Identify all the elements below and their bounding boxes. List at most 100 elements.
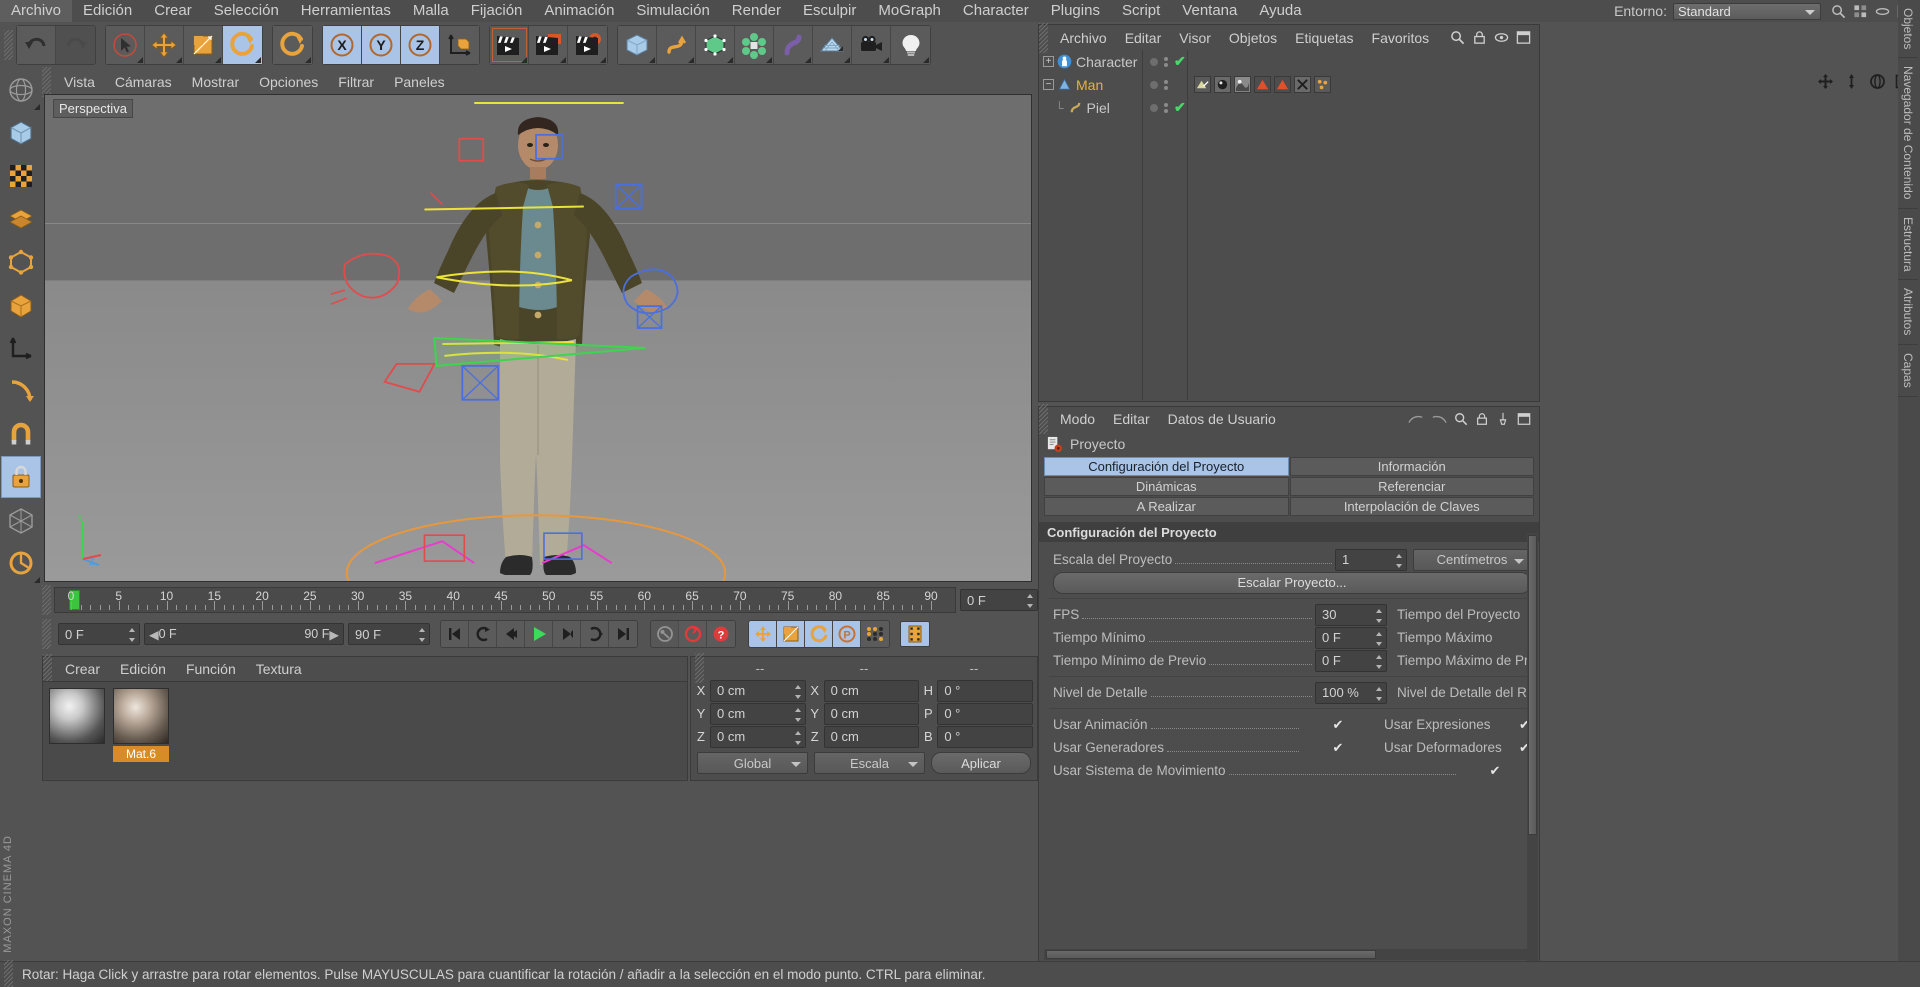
dock-tab-estructura[interactable]: Estructura <box>1898 209 1918 281</box>
range-left-arrow-icon[interactable]: ◀ <box>149 627 159 642</box>
world-coordinates-button[interactable] <box>440 26 479 64</box>
layout-grid-icon[interactable] <box>1853 4 1868 19</box>
render-visibility-dots[interactable] <box>1164 56 1168 67</box>
transport-grip[interactable] <box>42 619 51 649</box>
undo-button[interactable] <box>17 26 56 64</box>
live-selection-button[interactable] <box>106 26 145 64</box>
menu-item-ayuda[interactable]: Ayuda <box>1248 0 1312 22</box>
go-to-end-button[interactable] <box>609 621 637 647</box>
scale-tool-button[interactable] <box>184 26 223 64</box>
xpresso-tag-icon[interactable] <box>1294 76 1311 93</box>
position-z-field[interactable]: 0 cm <box>710 725 806 748</box>
menu-item-plugins[interactable]: Plugins <box>1040 0 1111 22</box>
tab-interpolacion-claves[interactable]: Interpolación de Claves <box>1289 497 1534 516</box>
use-motion-system-checkbox[interactable]: ✔ <box>1459 763 1531 778</box>
object-row-man[interactable]: − Man <box>1039 73 1142 96</box>
array-button[interactable] <box>735 26 774 64</box>
expander-plus-icon[interactable]: + <box>1043 56 1054 67</box>
perspective-viewport[interactable]: Perspectiva Y Z <box>44 94 1032 582</box>
previous-frame-button[interactable] <box>497 621 525 647</box>
minimize-icon[interactable] <box>1875 4 1890 19</box>
material-menu-crear[interactable]: Crear <box>55 661 110 677</box>
visibility-dots-character[interactable]: ✔ <box>1143 50 1187 73</box>
dock-tab-navegador[interactable]: Navegador de Contenido <box>1898 58 1918 209</box>
icon-tag-b[interactable] <box>1234 76 1251 93</box>
floor-button[interactable] <box>813 26 852 64</box>
tri-tag-1[interactable] <box>1254 76 1271 93</box>
scrollbar-thumb[interactable] <box>1046 950 1376 959</box>
objmenu-favoritos[interactable]: Favoritos <box>1363 30 1439 46</box>
menu-item-script[interactable]: Script <box>1111 0 1171 22</box>
scale-project-button[interactable]: Escalar Proyecto... <box>1053 571 1531 594</box>
material-menu-textura[interactable]: Textura <box>246 661 312 677</box>
lock-icon[interactable] <box>1475 412 1489 426</box>
tool-edges-mode[interactable] <box>1 241 41 283</box>
visibility-dots-piel[interactable]: ✔ <box>1143 96 1187 119</box>
spinner-icon[interactable] <box>1376 654 1383 669</box>
objmenu-objetos[interactable]: Objetos <box>1220 30 1286 46</box>
current-frame-field[interactable]: 0 F <box>960 589 1038 611</box>
render-view-button[interactable] <box>490 26 529 64</box>
dots-tag-icon[interactable] <box>1314 76 1331 93</box>
record-points-button[interactable] <box>861 621 889 647</box>
timeline-range-slider[interactable]: ◀ 0 F 90 F ▶ <box>144 623 344 645</box>
spinner-icon[interactable] <box>794 707 802 722</box>
panel-icon[interactable] <box>1516 30 1531 45</box>
objmenu-visor[interactable]: Visor <box>1170 30 1220 46</box>
attribute-grip[interactable] <box>1039 404 1048 434</box>
coordinate-system-dropdown[interactable]: Global <box>697 752 808 774</box>
record-pla-button[interactable]: P <box>833 621 861 647</box>
add-cube-button[interactable] <box>618 26 657 64</box>
icon-tag-a[interactable] <box>1214 76 1231 93</box>
tool-snap[interactable] <box>1 499 41 541</box>
lock-z-axis-button[interactable]: Z <box>401 26 440 64</box>
spinner-icon[interactable] <box>129 628 136 642</box>
use-generators-checkbox[interactable]: ✔ <box>1302 740 1374 755</box>
autokeying-button[interactable] <box>679 621 707 647</box>
size-y-field[interactable]: 0 cm <box>823 702 920 725</box>
dock-tab-objetos[interactable]: Objetos <box>1898 0 1918 59</box>
object-row-character[interactable]: + Character <box>1039 50 1142 73</box>
object-tags-man[interactable] <box>1188 73 1539 96</box>
next-key-button[interactable] <box>581 621 609 647</box>
timeline-toggle-button[interactable] <box>900 621 930 647</box>
editor-visibility-dot[interactable] <box>1150 103 1158 112</box>
menu-item-fijacion[interactable]: Fijación <box>460 0 534 22</box>
record-active-objects-button[interactable] <box>651 621 679 647</box>
menu-item-character[interactable]: Character <box>952 0 1040 22</box>
lock-y-axis-button[interactable]: Y <box>362 26 401 64</box>
nurbs-button[interactable] <box>696 26 735 64</box>
enabled-check-icon[interactable]: ✔ <box>1174 53 1186 70</box>
lock-x-axis-button[interactable]: X <box>323 26 362 64</box>
material-swatch-area[interactable]: Mat.6 <box>43 681 687 779</box>
fps-field[interactable]: 30 <box>1315 603 1387 626</box>
scrollbar-thumb[interactable] <box>1528 535 1537 835</box>
size-x-field[interactable]: 0 cm <box>823 679 920 702</box>
keyframe-selection-button[interactable]: ? <box>707 621 735 647</box>
spinner-icon[interactable] <box>1376 686 1383 701</box>
viewport-menu-paneles[interactable]: Paneles <box>384 74 455 90</box>
object-manager-grip[interactable] <box>1039 22 1048 53</box>
weight-tag-icon[interactable] <box>1194 76 1211 93</box>
attrmenu-datos-usuario[interactable]: Datos de Usuario <box>1159 411 1285 427</box>
project-scale-field[interactable]: 1 <box>1335 548 1407 571</box>
viewport-menu-vista[interactable]: Vista <box>54 74 105 90</box>
rotation-b-field[interactable]: 0 ° <box>937 725 1034 748</box>
render-region-button[interactable] <box>529 26 568 64</box>
material-swatch-mat6[interactable]: Mat.6 <box>113 688 169 773</box>
coordinate-grip[interactable] <box>695 653 704 683</box>
apply-button[interactable]: Aplicar <box>931 752 1031 774</box>
orbit-icon[interactable] <box>1869 73 1886 90</box>
visibility-dots-man[interactable] <box>1143 73 1187 96</box>
status-grip[interactable] <box>4 959 13 987</box>
coordinate-mode-dropdown[interactable]: Escala <box>814 752 925 774</box>
material-menu-edicion[interactable]: Edición <box>110 661 176 677</box>
tab-referenciar[interactable]: Referenciar <box>1289 477 1534 496</box>
redo-button[interactable] <box>56 26 95 64</box>
tab-configuracion-proyecto[interactable]: Configuración del Proyecto <box>1044 457 1289 476</box>
menu-item-malla[interactable]: Malla <box>402 0 460 22</box>
pan-icon[interactable] <box>1817 73 1834 90</box>
toolbar-grip[interactable] <box>4 30 13 60</box>
tab-dinamicas[interactable]: Dinámicas <box>1044 477 1289 496</box>
move-tool-button[interactable] <box>145 26 184 64</box>
